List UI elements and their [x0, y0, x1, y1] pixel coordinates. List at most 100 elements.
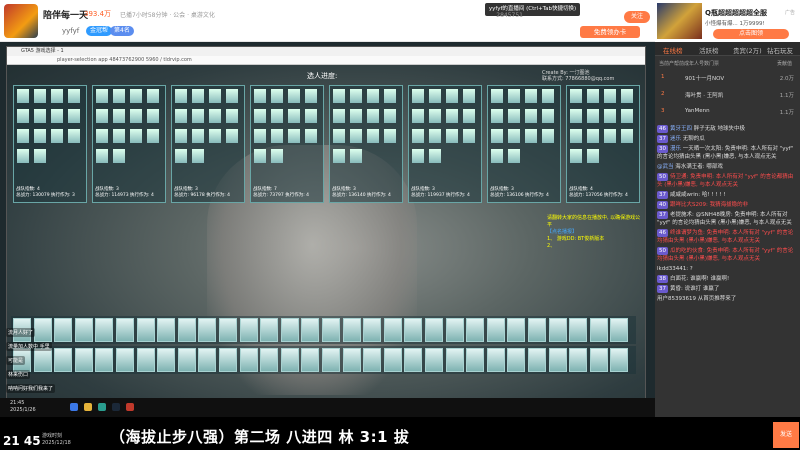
- player-slot[interactable]: [96, 149, 108, 163]
- pool-player-card[interactable]: [342, 348, 361, 372]
- pool-player-card[interactable]: [74, 348, 93, 372]
- player-slot[interactable]: [621, 109, 633, 123]
- player-slot[interactable]: [51, 129, 63, 143]
- player-slot[interactable]: [570, 149, 582, 163]
- player-slot[interactable]: [525, 109, 537, 123]
- pool-player-card[interactable]: [363, 318, 382, 342]
- player-slot[interactable]: [525, 89, 537, 103]
- player-slot[interactable]: [508, 109, 520, 123]
- pool-player-card[interactable]: [301, 318, 320, 342]
- player-slot[interactable]: [350, 109, 362, 123]
- player-slot[interactable]: [412, 109, 424, 123]
- pool-player-card[interactable]: [507, 318, 526, 342]
- player-slot[interactable]: [621, 129, 633, 143]
- player-slot[interactable]: [570, 89, 582, 103]
- player-slot[interactable]: [412, 129, 424, 143]
- player-slot[interactable]: [463, 129, 475, 143]
- app-icon[interactable]: [126, 403, 134, 411]
- player-slot[interactable]: [254, 129, 266, 143]
- player-slot[interactable]: [68, 109, 80, 123]
- player-slot[interactable]: [147, 109, 159, 123]
- pool-player-card[interactable]: [177, 318, 196, 342]
- player-slot[interactable]: [508, 89, 520, 103]
- follow-button[interactable]: 关注: [624, 11, 650, 23]
- player-slot[interactable]: [209, 89, 221, 103]
- pool-player-card[interactable]: [466, 318, 485, 342]
- chat-username[interactable]: 迷乐: [670, 136, 681, 142]
- player-slot[interactable]: [34, 109, 46, 123]
- player-slot[interactable]: [333, 149, 345, 163]
- player-slot[interactable]: [621, 89, 633, 103]
- pool-player-card[interactable]: [569, 348, 588, 372]
- rank-row[interactable]: 1 901十一月NOV 2.0万: [655, 72, 800, 84]
- player-slot[interactable]: [570, 109, 582, 123]
- player-slot[interactable]: [147, 129, 159, 143]
- player-slot[interactable]: [367, 89, 379, 103]
- player-slot[interactable]: [192, 89, 204, 103]
- player-slot[interactable]: [333, 109, 345, 123]
- player-slot[interactable]: [254, 109, 266, 123]
- tab-online[interactable]: 在线榜: [663, 45, 683, 55]
- player-slot[interactable]: [587, 109, 599, 123]
- player-slot[interactable]: [587, 149, 599, 163]
- player-slot[interactable]: [288, 109, 300, 123]
- ad-image[interactable]: [657, 3, 702, 39]
- pool-player-card[interactable]: [322, 318, 340, 342]
- pool-player-card[interactable]: [363, 348, 382, 372]
- pool-player-card[interactable]: [383, 318, 402, 342]
- pool-player-card[interactable]: [95, 318, 114, 342]
- player-slot[interactable]: [604, 89, 616, 103]
- player-slot[interactable]: [491, 109, 503, 123]
- player-slot[interactable]: [288, 89, 300, 103]
- player-slot[interactable]: [113, 129, 125, 143]
- pool-player-card[interactable]: [528, 318, 546, 342]
- pool-player-card[interactable]: [445, 348, 464, 372]
- player-slot[interactable]: [17, 149, 29, 163]
- pool-player-card[interactable]: [33, 348, 52, 372]
- pool-player-card[interactable]: [116, 348, 134, 372]
- pool-player-card[interactable]: [198, 318, 217, 342]
- pool-player-card[interactable]: [239, 348, 258, 372]
- pool-player-card[interactable]: [610, 348, 629, 372]
- player-slot[interactable]: [350, 129, 362, 143]
- player-slot[interactable]: [271, 149, 283, 163]
- player-slot[interactable]: [604, 129, 616, 143]
- player-slot[interactable]: [288, 129, 300, 143]
- player-slot[interactable]: [271, 89, 283, 103]
- player-slot[interactable]: [226, 109, 238, 123]
- folder-icon[interactable]: [84, 403, 92, 411]
- player-slot[interactable]: [587, 129, 599, 143]
- player-slot[interactable]: [305, 109, 317, 123]
- player-slot[interactable]: [192, 109, 204, 123]
- player-slot[interactable]: [192, 149, 204, 163]
- pool-player-card[interactable]: [157, 318, 176, 342]
- pool-player-card[interactable]: [136, 318, 155, 342]
- player-slot[interactable]: [271, 109, 283, 123]
- player-slot[interactable]: [113, 149, 125, 163]
- player-slot[interactable]: [17, 129, 29, 143]
- player-slot[interactable]: [412, 89, 424, 103]
- player-slot[interactable]: [508, 129, 520, 143]
- player-slot[interactable]: [34, 149, 46, 163]
- pool-player-card[interactable]: [280, 318, 299, 342]
- player-slot[interactable]: [175, 149, 187, 163]
- player-slot[interactable]: [34, 89, 46, 103]
- player-slot[interactable]: [271, 129, 283, 143]
- player-slot[interactable]: [587, 89, 599, 103]
- player-slot[interactable]: [254, 89, 266, 103]
- pool-player-card[interactable]: [507, 348, 526, 372]
- pool-player-card[interactable]: [219, 348, 237, 372]
- pool-player-card[interactable]: [342, 318, 361, 342]
- pool-player-card[interactable]: [157, 348, 176, 372]
- player-slot[interactable]: [226, 89, 238, 103]
- pool-player-card[interactable]: [54, 348, 73, 372]
- pool-player-card[interactable]: [425, 318, 443, 342]
- pool-player-card[interactable]: [425, 348, 443, 372]
- player-slot[interactable]: [350, 89, 362, 103]
- player-slot[interactable]: [367, 109, 379, 123]
- player-slot[interactable]: [333, 89, 345, 103]
- streamer-avatar[interactable]: [4, 4, 38, 38]
- pool-player-card[interactable]: [136, 348, 155, 372]
- player-slot[interactable]: [463, 109, 475, 123]
- pool-player-card[interactable]: [219, 318, 237, 342]
